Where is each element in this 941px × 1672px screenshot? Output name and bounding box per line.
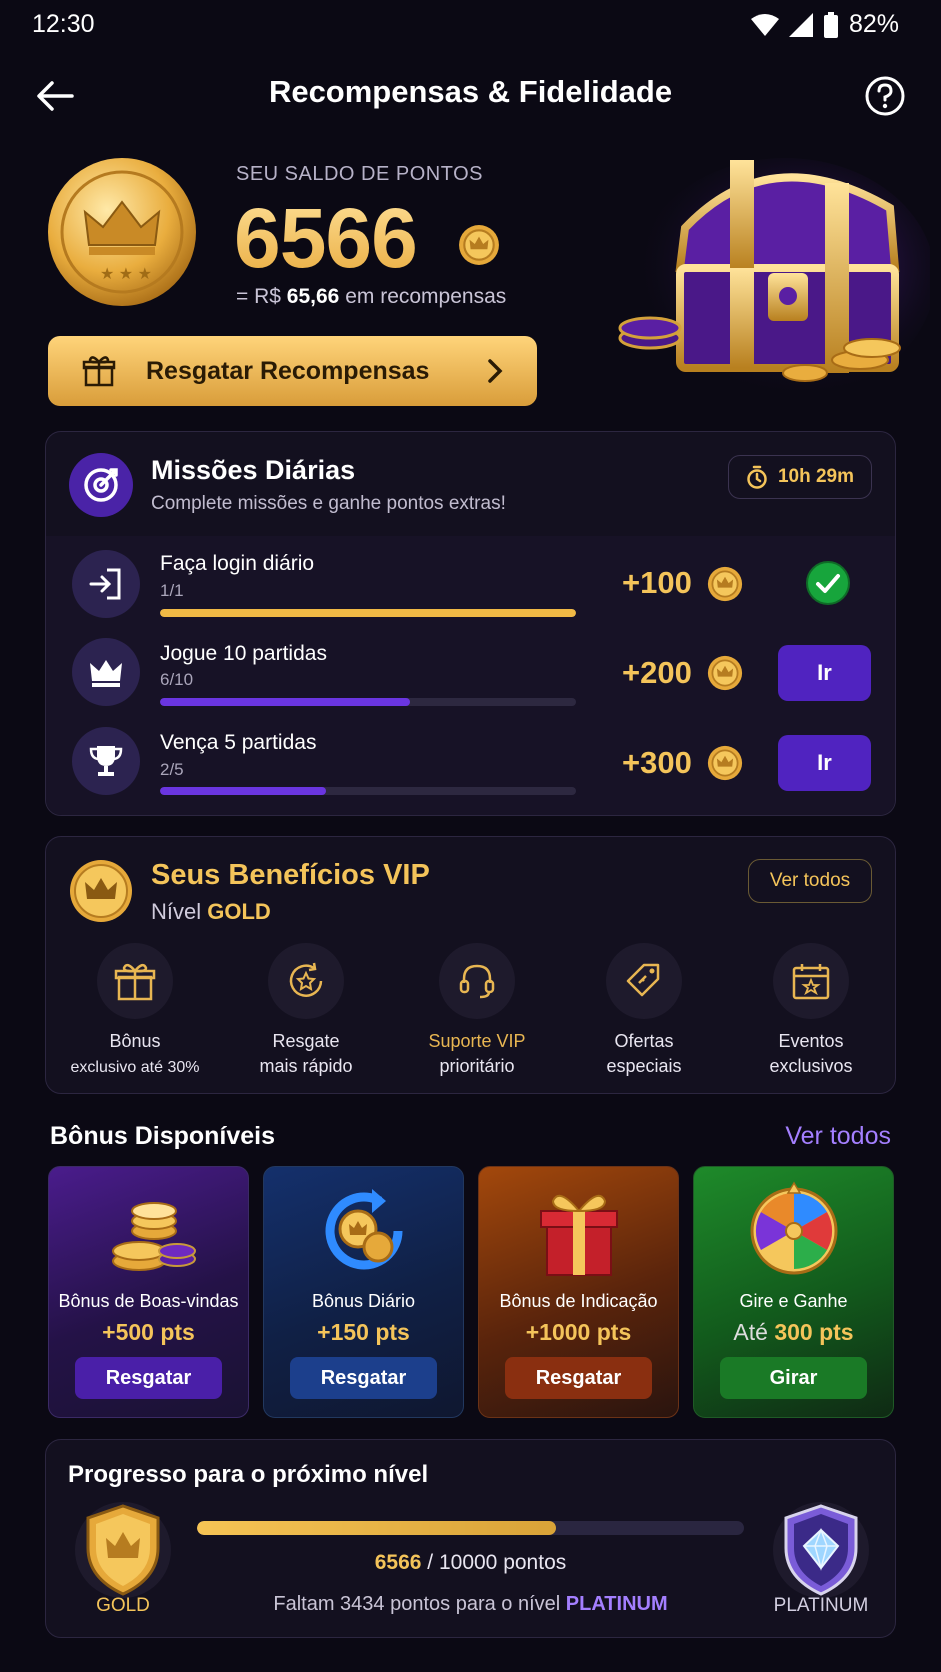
- tag-icon: [626, 963, 660, 997]
- coins-stack-icon: [112, 1202, 196, 1271]
- mission-name: Jogue 10 partidas: [160, 642, 327, 665]
- gift-icon: [114, 963, 156, 1001]
- star-refresh-icon: [289, 962, 323, 997]
- mission-points: +300: [622, 745, 692, 780]
- mission-progress-bar: [160, 609, 576, 617]
- wifi-icon: [750, 13, 779, 36]
- level-progress-remaining: Faltam 3434 pontos para o nível PLATINUM: [273, 1593, 668, 1615]
- bonus-name: Bônus de Indicação: [499, 1291, 658, 1311]
- mission-progress-bar: [160, 698, 576, 706]
- go-button[interactable]: Ir: [778, 645, 871, 701]
- benefit-item[interactable]: Eventos exclusivos: [731, 943, 891, 1079]
- bonus-see-all-link[interactable]: Ver todos: [785, 1122, 891, 1151]
- gift-box-icon: [540, 1194, 618, 1276]
- missions-subtitle: Complete missões e ganhe pontos extras!: [151, 493, 506, 514]
- battery-percent: 82%: [848, 10, 899, 38]
- coin-icon: [707, 745, 743, 781]
- redeem-button[interactable]: Resgatar: [75, 1357, 222, 1399]
- benefit-item[interactable]: Resgate mais rápido: [226, 943, 386, 1079]
- vip-title: Seus Benefícios VIP: [151, 859, 430, 891]
- level-progress-title: Progresso para o próximo nível: [68, 1461, 429, 1488]
- help-circle-icon: [865, 76, 905, 116]
- bonus-name: Bônus de Boas-vindas: [58, 1291, 239, 1311]
- bonus-value: +1000 pts: [525, 1319, 632, 1345]
- coin-icon: [707, 566, 743, 602]
- vip-crown-icon: [70, 860, 132, 922]
- bonus-name: Gire e Ganhe: [739, 1291, 848, 1311]
- chevron-right-icon: [488, 359, 503, 383]
- treasure-chest-image: [618, 158, 930, 398]
- missions-timer: 10h 29m: [728, 455, 872, 499]
- signal-icon: [788, 12, 813, 37]
- daily-refresh-coin-icon: [325, 1189, 403, 1270]
- gold-shield-icon: [75, 1502, 171, 1598]
- login-icon: [72, 550, 140, 618]
- bonus-value: +500 pts: [102, 1319, 195, 1345]
- bonus-card[interactable]: Gire e Ganhe Até 300 pts Girar: [693, 1166, 894, 1418]
- balance-value: 6566: [234, 191, 418, 285]
- help-button[interactable]: [863, 74, 907, 118]
- gold-coin-icon: ★ ★ ★: [48, 158, 196, 306]
- bonus-value: Até 300 pts: [733, 1319, 854, 1345]
- platinum-shield-icon: [773, 1502, 869, 1598]
- mission-progress-text: 2/5: [160, 760, 184, 779]
- crown-icon: [72, 638, 140, 706]
- next-level-label: PLATINUM: [773, 1595, 869, 1616]
- check-circle-icon: [806, 561, 850, 605]
- spin-button[interactable]: Girar: [720, 1357, 867, 1399]
- mission-name: Faça login diário: [160, 552, 315, 575]
- battery-icon: [823, 11, 838, 38]
- stopwatch-icon: [747, 465, 767, 489]
- headset-icon: [459, 964, 495, 999]
- mission-name: Vença 5 partidas: [160, 731, 317, 754]
- level-progress-count: 6566 / 10000 pontos: [374, 1551, 567, 1574]
- mission-points: +100: [622, 565, 692, 600]
- go-button[interactable]: Ir: [778, 735, 871, 791]
- redeem-rewards-button[interactable]: Resgatar Recompensas: [48, 336, 537, 406]
- mission-points: +200: [622, 655, 692, 690]
- target-icon: [69, 453, 133, 517]
- gift-icon: [82, 356, 116, 387]
- balance-equivalent: = R$ 65,66 em recompensas: [236, 285, 507, 308]
- coin-icon: [707, 655, 743, 691]
- mission-progress-bar: [160, 787, 576, 795]
- bonus-section-title: Bônus Disponíveis: [50, 1122, 276, 1150]
- status-right: 82%: [750, 10, 899, 39]
- redeem-button[interactable]: Resgatar: [505, 1357, 652, 1399]
- mission-progress-text: 6/10: [160, 670, 194, 689]
- status-bar: 12:30 82%: [0, 0, 941, 48]
- calendar-star-icon: [792, 964, 830, 1000]
- prize-wheel-icon: [750, 1181, 838, 1275]
- balance-label: SEU SALDO DE PONTOS: [236, 163, 483, 185]
- missions-title: Missões Diárias: [151, 455, 356, 485]
- bonus-card[interactable]: Bônus de Boas-vindas +500 pts Resgatar: [48, 1166, 249, 1418]
- coin-icon: [459, 225, 499, 265]
- bonus-value: +150 pts: [317, 1319, 410, 1345]
- benefit-item[interactable]: Suporte VIP prioritário: [397, 943, 557, 1079]
- bonus-card[interactable]: Bônus de Indicação +1000 pts Resgatar: [478, 1166, 679, 1418]
- vip-level: Nível GOLD: [151, 899, 271, 924]
- trophy-icon: [72, 727, 140, 795]
- bonus-name: Bônus Diário: [311, 1291, 416, 1311]
- vip-see-all-button[interactable]: Ver todos: [748, 859, 872, 903]
- benefit-item[interactable]: Bônus exclusivo até 30%: [55, 943, 215, 1080]
- benefit-item[interactable]: Ofertas especiais: [564, 943, 724, 1079]
- level-progress-bar: [197, 1521, 744, 1535]
- page-title: Recompensas & Fidelidade: [268, 74, 673, 109]
- mission-progress-text: 1/1: [160, 581, 184, 600]
- svg-text:★ ★ ★: ★ ★ ★: [100, 266, 152, 283]
- redeem-label: Resgatar Recompensas: [146, 356, 430, 385]
- redeem-button[interactable]: Resgatar: [290, 1357, 437, 1399]
- status-time: 12:30: [32, 10, 95, 38]
- current-level-label: GOLD: [96, 1595, 150, 1616]
- bonus-card[interactable]: Bônus Diário +150 pts Resgatar: [263, 1166, 464, 1418]
